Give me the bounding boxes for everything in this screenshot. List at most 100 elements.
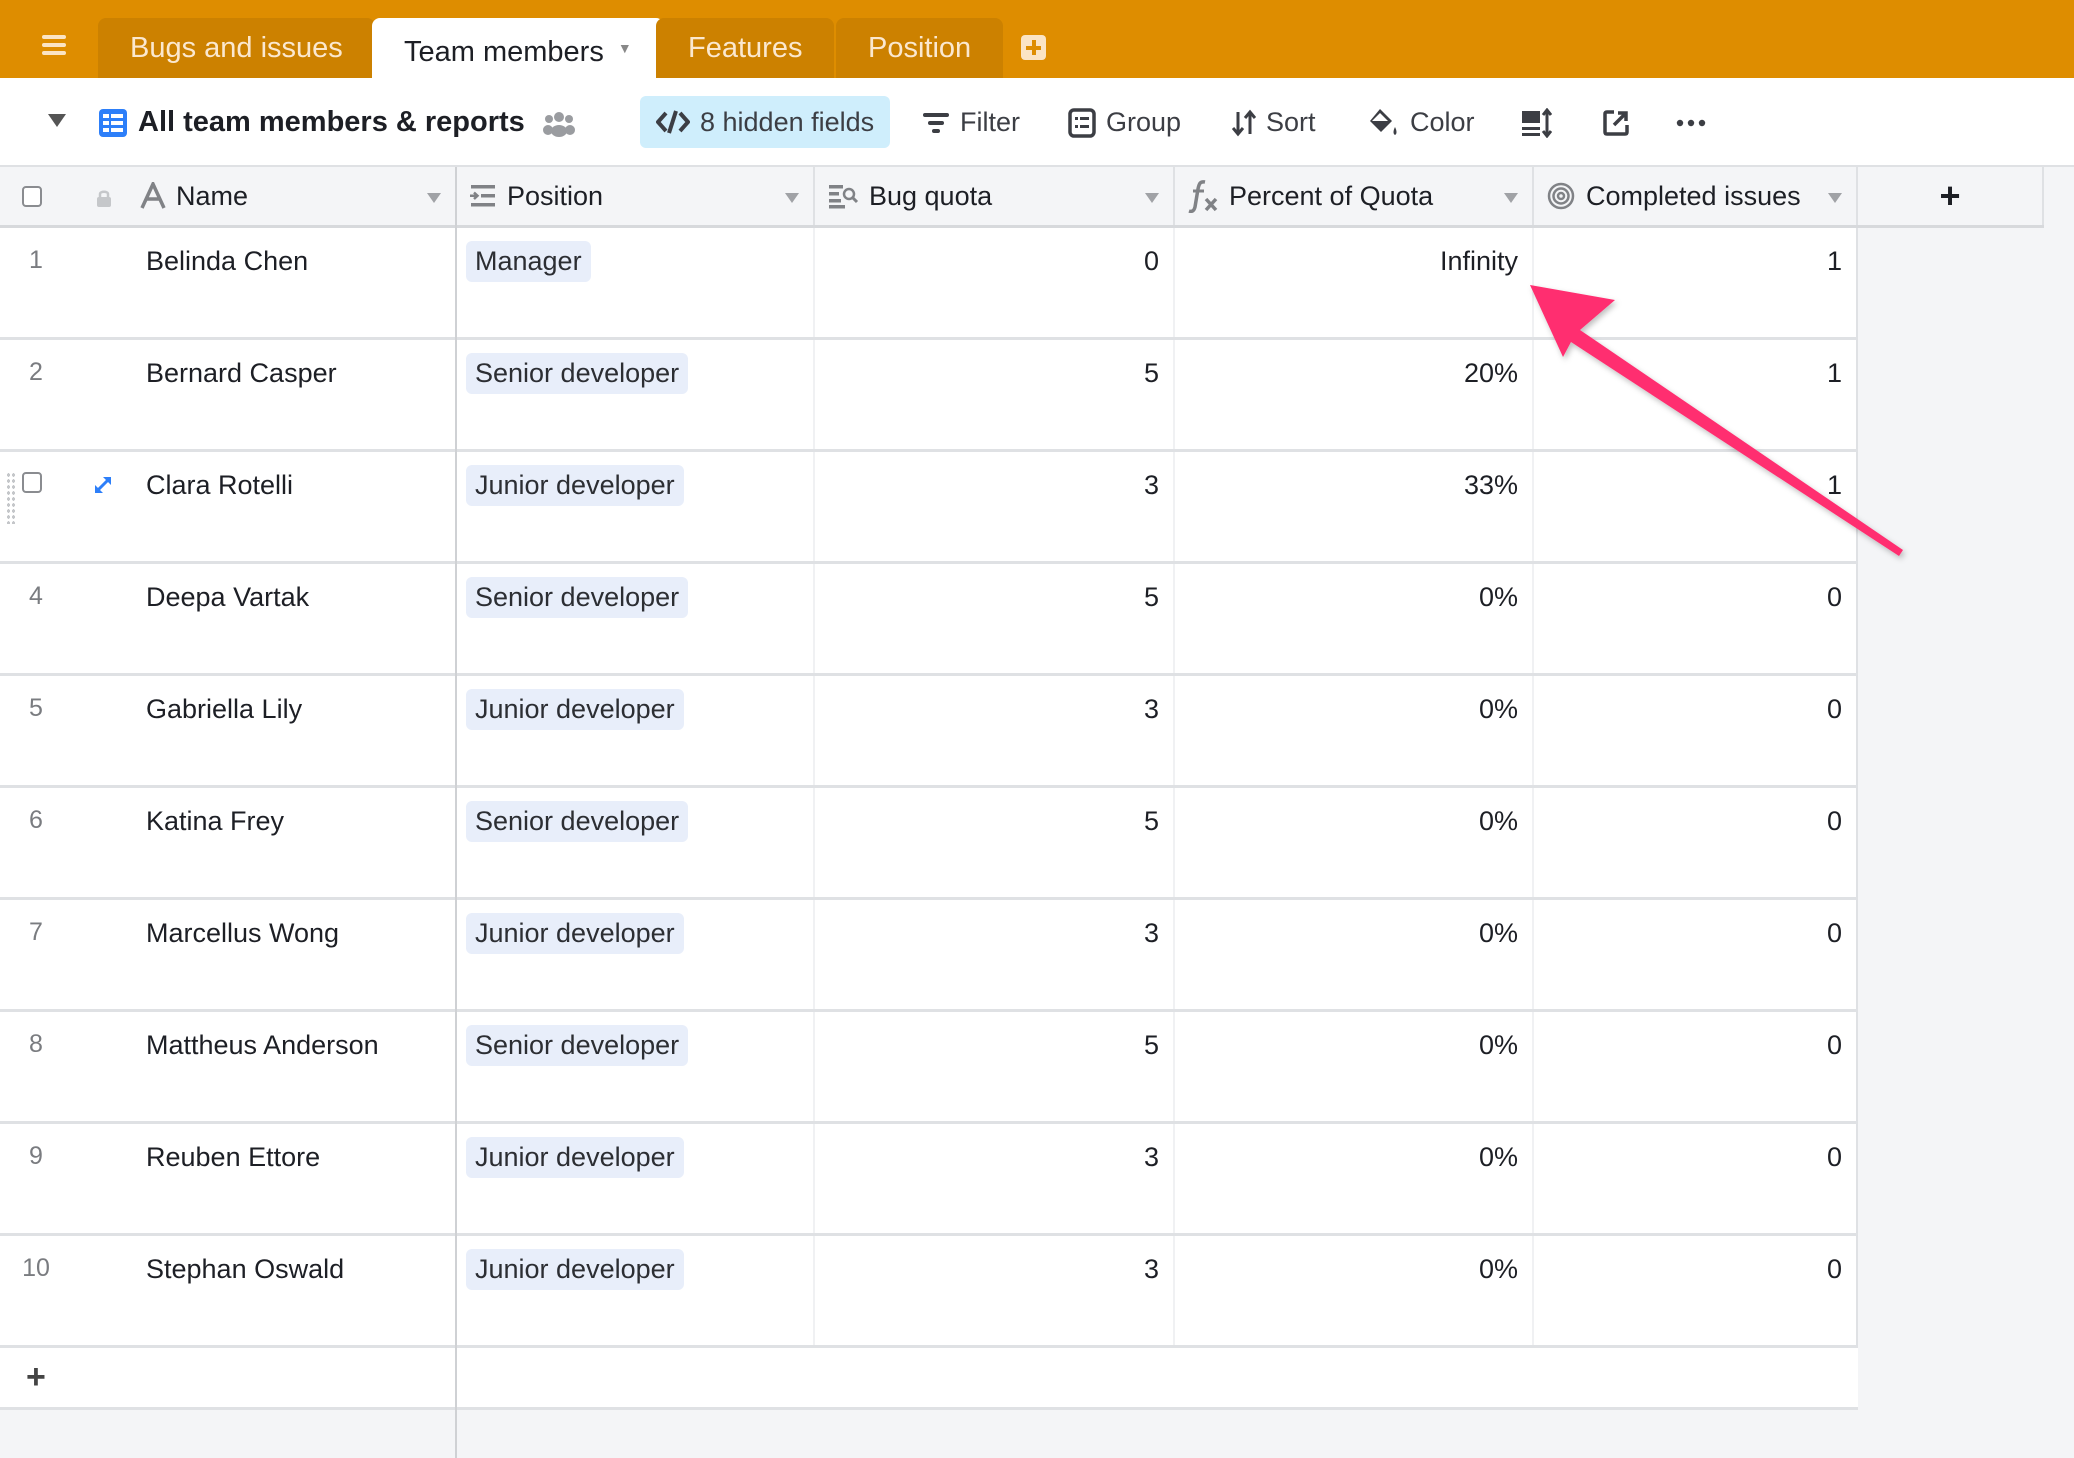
cell-name[interactable]: Clara Rotelli — [146, 452, 455, 561]
cell-position[interactable]: Senior developer — [457, 340, 815, 449]
cell-position[interactable]: Junior developer — [457, 1236, 815, 1345]
tab-team-members[interactable]: Team members ▼ — [372, 18, 664, 79]
color-button[interactable]: Color — [1368, 78, 1475, 167]
cell-name[interactable]: Katina Frey — [146, 788, 455, 897]
cell-name[interactable]: Deepa Vartak — [146, 564, 455, 673]
cell-name[interactable]: Bernard Casper — [146, 340, 455, 449]
cell-name[interactable]: Marcellus Wong — [146, 900, 455, 1009]
cell-completed-issues[interactable]: 0 — [1534, 564, 1858, 673]
cell-percent-of-quota[interactable]: 0% — [1175, 564, 1534, 673]
cell-bug-quota[interactable]: 3 — [815, 452, 1175, 561]
cell-name[interactable]: Belinda Chen — [146, 228, 455, 337]
cell-completed-issues[interactable]: 1 — [1534, 452, 1858, 561]
group-button[interactable]: Group — [1068, 78, 1181, 167]
table-row[interactable]: 7 Marcellus Wong Junior developer 3 0% 0 — [0, 900, 1858, 1012]
cell-position[interactable]: Senior developer — [457, 1012, 815, 1121]
linked-record-pill[interactable]: Senior developer — [466, 577, 689, 618]
chevron-down-icon[interactable]: ▼ — [618, 18, 632, 78]
cell-completed-issues[interactable]: 0 — [1534, 676, 1858, 785]
expand-record-icon[interactable] — [92, 474, 114, 496]
column-header-name[interactable]: Name — [140, 167, 455, 225]
share-view-button[interactable] — [1602, 78, 1640, 167]
cell-percent-of-quota[interactable]: 0% — [1175, 1236, 1534, 1345]
linked-record-pill[interactable]: Senior developer — [466, 353, 689, 394]
cell-percent-of-quota[interactable]: 0% — [1175, 1012, 1534, 1121]
linked-record-pill[interactable]: Manager — [466, 241, 591, 282]
cell-bug-quota[interactable]: 5 — [815, 1012, 1175, 1121]
cell-position[interactable]: Senior developer — [457, 564, 815, 673]
view-switcher[interactable]: All team members & reports — [98, 78, 525, 167]
cell-percent-of-quota[interactable]: 0% — [1175, 900, 1534, 1009]
column-header-position[interactable]: Position — [457, 167, 815, 225]
chevron-down-icon[interactable] — [48, 114, 66, 127]
row-height-button[interactable] — [1520, 78, 1562, 167]
collaborative-view-icon[interactable] — [542, 78, 586, 167]
table-row[interactable]: 4 Deepa Vartak Senior developer 5 0% 0 — [0, 564, 1858, 676]
cell-bug-quota[interactable]: 5 — [815, 564, 1175, 673]
chevron-down-icon[interactable] — [1504, 193, 1518, 203]
drag-handle-icon[interactable] — [6, 472, 16, 524]
table-row[interactable]: 1 Belinda Chen Manager 0 Infinity 1 — [0, 228, 1858, 340]
row-checkbox[interactable] — [22, 472, 42, 493]
cell-completed-issues[interactable]: 0 — [1534, 788, 1858, 897]
cell-bug-quota[interactable]: 5 — [815, 340, 1175, 449]
cell-percent-of-quota[interactable]: 33% — [1175, 452, 1534, 561]
linked-record-pill[interactable]: Senior developer — [466, 801, 689, 842]
cell-completed-issues[interactable]: 1 — [1534, 340, 1858, 449]
cell-bug-quota[interactable]: 3 — [815, 676, 1175, 785]
tab-position[interactable]: Position — [836, 18, 1004, 78]
cell-completed-issues[interactable]: 0 — [1534, 1124, 1858, 1233]
table-row[interactable]: 9 Reuben Ettore Junior developer 3 0% 0 — [0, 1124, 1858, 1236]
cell-percent-of-quota[interactable]: 0% — [1175, 676, 1534, 785]
linked-record-pill[interactable]: Junior developer — [466, 465, 684, 506]
linked-record-pill[interactable]: Junior developer — [466, 913, 684, 954]
linked-record-pill[interactable]: Junior developer — [466, 689, 684, 730]
table-row[interactable]: 5 Gabriella Lily Junior developer 3 0% 0 — [0, 676, 1858, 788]
table-row[interactable]: 8 Mattheus Anderson Senior developer 5 0% 0 — [0, 1012, 1858, 1124]
cell-position[interactable]: Manager — [457, 228, 815, 337]
chevron-down-icon[interactable] — [785, 193, 799, 203]
sort-button[interactable]: Sort — [1232, 78, 1316, 167]
cell-name[interactable]: Gabriella Lily — [146, 676, 455, 785]
add-table-icon[interactable] — [1021, 35, 1046, 60]
linked-record-pill[interactable]: Junior developer — [466, 1249, 684, 1290]
cell-name[interactable]: Reuben Ettore — [146, 1124, 455, 1233]
cell-position[interactable]: Junior developer — [457, 900, 815, 1009]
menu-icon[interactable] — [42, 35, 66, 55]
cell-position[interactable]: Junior developer — [457, 1124, 815, 1233]
linked-record-pill[interactable]: Junior developer — [466, 1137, 684, 1178]
cell-bug-quota[interactable]: 5 — [815, 788, 1175, 897]
chevron-down-icon[interactable] — [1828, 193, 1842, 203]
cell-bug-quota[interactable]: 3 — [815, 1124, 1175, 1233]
tab-bugs-and-issues[interactable]: Bugs and issues — [98, 18, 375, 78]
cell-position[interactable]: Junior developer — [457, 452, 815, 561]
cell-position[interactable]: Senior developer — [457, 788, 815, 897]
cell-position[interactable]: Junior developer — [457, 676, 815, 785]
filter-button[interactable]: Filter — [922, 78, 1020, 167]
cell-bug-quota[interactable]: 0 — [815, 228, 1175, 337]
cell-completed-issues[interactable]: 0 — [1534, 1012, 1858, 1121]
select-all-checkbox[interactable] — [22, 186, 42, 207]
cell-completed-issues[interactable]: 1 — [1534, 228, 1858, 337]
table-row[interactable]: 6 Katina Frey Senior developer 5 0% 0 — [0, 788, 1858, 900]
add-record-button[interactable]: + — [0, 1348, 1858, 1410]
tab-features[interactable]: Features — [656, 18, 835, 78]
table-row[interactable]: 10 Stephan Oswald Junior developer 3 0% 0 — [0, 1236, 1858, 1348]
cell-bug-quota[interactable]: 3 — [815, 1236, 1175, 1345]
table-row[interactable]: Clara Rotelli Junior developer 3 33% 1 — [0, 452, 1858, 564]
cell-bug-quota[interactable]: 3 — [815, 900, 1175, 1009]
cell-name[interactable]: Mattheus Anderson — [146, 1012, 455, 1121]
cell-completed-issues[interactable]: 0 — [1534, 900, 1858, 1009]
cell-completed-issues[interactable]: 0 — [1534, 1236, 1858, 1345]
column-header-completed-issues[interactable]: Completed issues — [1534, 167, 1858, 225]
cell-percent-of-quota[interactable]: 0% — [1175, 788, 1534, 897]
column-header-percent-of-quota[interactable]: Percent of Quota — [1175, 167, 1534, 225]
more-options-button[interactable] — [1676, 78, 1716, 167]
column-header-bug-quota[interactable]: Bug quota — [815, 167, 1175, 225]
table-row[interactable]: 2 Bernard Casper Senior developer 5 20% 1 — [0, 340, 1858, 452]
cell-percent-of-quota[interactable]: 20% — [1175, 340, 1534, 449]
hidden-fields-button[interactable]: 8 hidden fields — [640, 96, 891, 148]
cell-percent-of-quota[interactable]: 0% — [1175, 1124, 1534, 1233]
chevron-down-icon[interactable] — [1145, 193, 1159, 203]
cell-percent-of-quota[interactable]: Infinity — [1175, 228, 1534, 337]
